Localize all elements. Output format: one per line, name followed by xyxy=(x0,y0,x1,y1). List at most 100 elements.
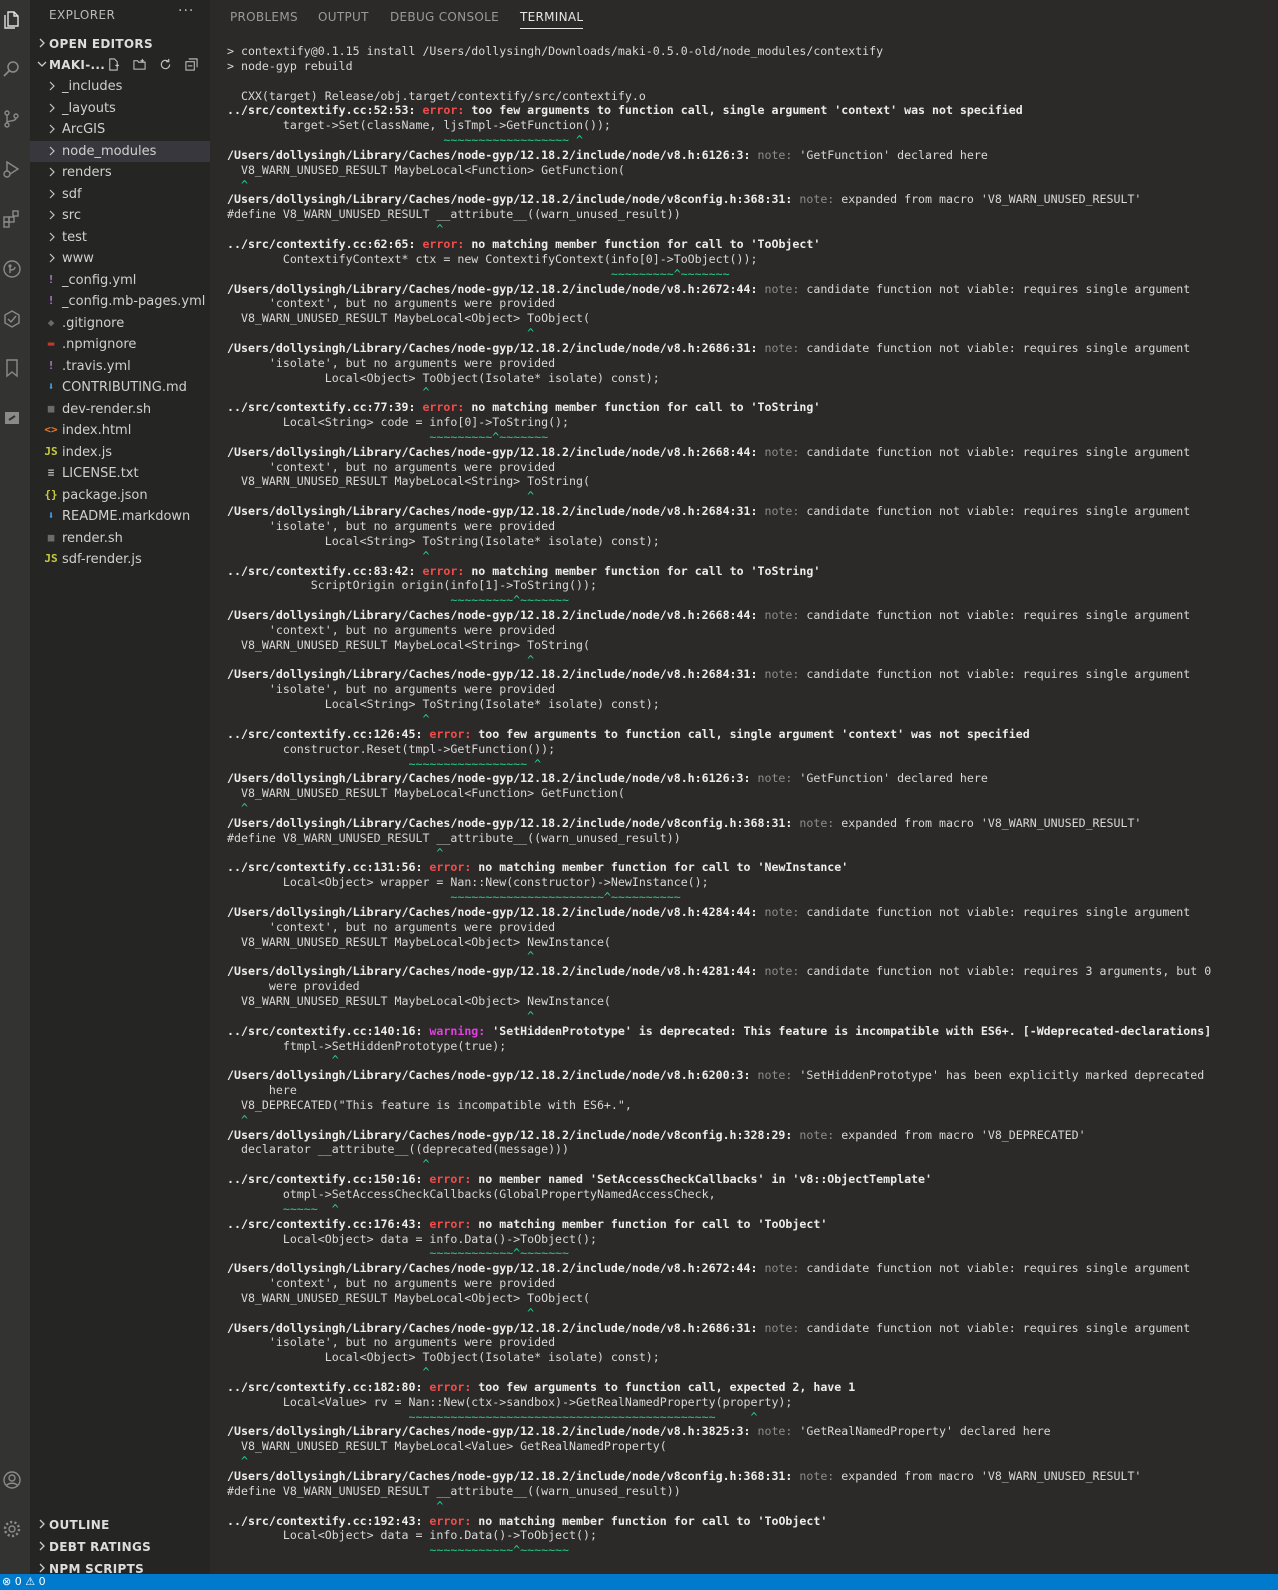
tree-file[interactable]: JS index.js xyxy=(30,442,210,463)
project-section[interactable]: MAKI-... xyxy=(30,55,210,75)
terminal-segment: note: xyxy=(764,1320,807,1335)
tree-folder[interactable]: node_modules xyxy=(30,140,210,162)
tree-item-label: _layouts xyxy=(62,100,116,116)
run-debug-icon[interactable] xyxy=(0,156,24,182)
tree-folder[interactable]: renders xyxy=(30,162,210,183)
tree-item-label: CONTRIBUTING.md xyxy=(62,380,187,395)
search-icon[interactable] xyxy=(0,56,24,82)
terminal-segment: expanded from macro 'V8_WARN_UNUSED_RESU… xyxy=(841,1469,1142,1483)
tree-file[interactable]: ! .travis.yml xyxy=(30,356,210,377)
chevron-right-icon xyxy=(49,124,55,134)
terminal-segment: Local<Object> data = info.Data()->ToObje… xyxy=(227,1528,597,1543)
tree-file[interactable]: ■ dev-render.sh xyxy=(30,399,210,420)
terminal-segment: note: xyxy=(764,444,807,459)
tree-file[interactable]: ⬇ CONTRIBUTING.md xyxy=(30,377,210,398)
terminal-segment: ^ xyxy=(227,711,430,726)
git-lens-icon[interactable] xyxy=(0,256,24,282)
terminal-segment: note: xyxy=(757,1068,800,1083)
terminal-segment: /Users/dollysingh/Library/Caches/node-gy… xyxy=(227,444,765,459)
terminal-output[interactable]: > contextify@0.1.15 install /Users/dolly… xyxy=(227,44,1277,1558)
chevron-right-icon xyxy=(49,232,55,241)
terminal-segment: ../src/contextify.cc:62:65: xyxy=(227,236,423,251)
terminal-segment: /Users/dollysingh/Library/Caches/node-gy… xyxy=(227,281,765,296)
terminal-segment: too few arguments to function call, expe… xyxy=(478,1379,856,1394)
tree-item-label: sdf xyxy=(62,186,82,202)
tab-debug-console[interactable]: DEBUG CONSOLE xyxy=(390,10,499,24)
chevron-right-icon xyxy=(39,38,45,48)
collapse-all-icon[interactable] xyxy=(185,58,198,71)
tab-terminal[interactable]: TERMINAL xyxy=(520,10,584,29)
tree-item-label: dev-render.sh xyxy=(62,401,152,417)
source-control-icon[interactable] xyxy=(0,106,24,132)
tree-item-label: node_modules xyxy=(62,143,157,159)
terminal-segment: V8_WARN_UNUSED_RESULT MaybeLocal<String>… xyxy=(227,474,590,489)
terminal-segment: 'context', but no arguments were provide… xyxy=(227,1276,556,1291)
terminal-segment: 'GetFunction' declared here xyxy=(799,771,988,786)
tree-file[interactable]: ■ render.sh xyxy=(30,528,210,549)
tree-file[interactable]: <> index.html xyxy=(30,420,210,441)
terminal-segment: ../src/contextify.cc:77:39: xyxy=(227,400,423,415)
tree-file[interactable]: ! _config.mb-pages.yml xyxy=(30,291,210,312)
files-icon[interactable] xyxy=(0,7,24,33)
terminal-segment: expanded from macro 'V8_DEPRECATED' xyxy=(841,1127,1086,1142)
tree-file[interactable]: ≡ LICENSE.txt xyxy=(30,463,210,484)
terminal-segment: ~~~~~~~~~~~~^~~~~~~~ xyxy=(227,1543,570,1558)
terminal-segment: otmpl->SetAccessCheckCallbacks(GlobalPro… xyxy=(227,1186,716,1201)
tab-problems[interactable]: PROBLEMS xyxy=(230,10,298,24)
bookmark-icon[interactable] xyxy=(0,355,24,381)
terminal-segment: 'context', but no arguments were provide… xyxy=(227,919,556,934)
gear-icon[interactable] xyxy=(0,1516,24,1542)
more-actions-button[interactable]: ··· xyxy=(178,3,194,19)
terminal-segment: no matching member function for call to … xyxy=(471,236,821,251)
remote-icon[interactable] xyxy=(0,405,24,431)
debt-ratings-label: DEBT RATINGS xyxy=(49,1540,152,1554)
debt-ratings-section[interactable]: DEBT RATINGS xyxy=(30,1537,210,1557)
terminal-segment: Local<Object> wrapper = Nan::New(constru… xyxy=(227,875,709,890)
tree-item-label: .gitignore xyxy=(62,315,125,331)
tree-item-label: _config.yml xyxy=(62,272,137,288)
terminal-segment: ../src/contextify.cc:176:43: xyxy=(227,1216,430,1231)
yml-file-icon: ! xyxy=(47,294,55,307)
terminal-segment: ^ xyxy=(227,1157,430,1172)
tab-output[interactable]: OUTPUT xyxy=(318,10,369,24)
terminal-segment: ^ xyxy=(227,326,535,341)
terminal-segment: ContextifyContext* ctx = new ContextifyC… xyxy=(227,251,758,266)
chevron-right-icon xyxy=(49,103,55,112)
outline-label: OUTLINE xyxy=(49,1518,110,1532)
terminal-segment: ../src/contextify.cc:150:16: xyxy=(227,1172,430,1187)
tree-folder[interactable]: www xyxy=(30,248,210,269)
open-editors-section[interactable]: OPEN EDITORS xyxy=(30,34,210,54)
chevron-right-icon xyxy=(49,81,55,91)
tree-folder[interactable]: _includes xyxy=(30,76,210,97)
tree-folder[interactable]: _layouts xyxy=(30,98,210,119)
tree-folder[interactable]: test xyxy=(30,227,210,248)
account-icon[interactable] xyxy=(0,1467,24,1493)
javascript-file-icon: JS xyxy=(44,444,58,458)
test-icon[interactable] xyxy=(0,306,24,332)
explorer-sidebar: EXPLORER ··· OPEN EDITORS MAKI-... _incl… xyxy=(30,0,210,1576)
tree-item-label: test xyxy=(62,229,87,245)
tree-file[interactable]: JS sdf-render.js xyxy=(30,549,210,570)
tree-file[interactable]: ◆ .gitignore xyxy=(30,313,210,334)
terminal-segment: error: xyxy=(429,860,479,875)
tree-file[interactable]: {} package.json xyxy=(30,485,210,506)
new-file-icon[interactable] xyxy=(107,58,120,71)
terminal-segment: ^ xyxy=(227,489,535,504)
refresh-icon[interactable] xyxy=(159,58,172,71)
terminal-segment: note: xyxy=(757,147,800,162)
new-folder-icon[interactable] xyxy=(133,58,146,71)
tree-folder[interactable]: src xyxy=(30,205,210,226)
terminal-segment: candidate function not viable: requires … xyxy=(806,504,1191,519)
tree-item-label: _config.mb-pages.yml xyxy=(62,294,206,309)
tree-folder[interactable]: sdf xyxy=(30,184,210,205)
tree-folder[interactable]: ArcGIS xyxy=(30,119,210,140)
extensions-icon[interactable] xyxy=(0,206,24,232)
javascript-file-icon: JS xyxy=(44,552,58,565)
tree-file[interactable]: ⬇ README.markdown xyxy=(30,506,210,527)
outline-section[interactable]: OUTLINE xyxy=(30,1515,210,1535)
terminal-segment: V8_WARN_UNUSED_RESULT MaybeLocal<Functio… xyxy=(227,162,625,177)
shell-file-icon: ■ xyxy=(47,401,55,415)
problems-indicator[interactable]: ⊗ 0 ⚠ 0 xyxy=(2,1575,46,1588)
tree-file[interactable]: ▬ .npmignore xyxy=(30,334,210,355)
tree-file[interactable]: ! _config.yml xyxy=(30,270,210,291)
